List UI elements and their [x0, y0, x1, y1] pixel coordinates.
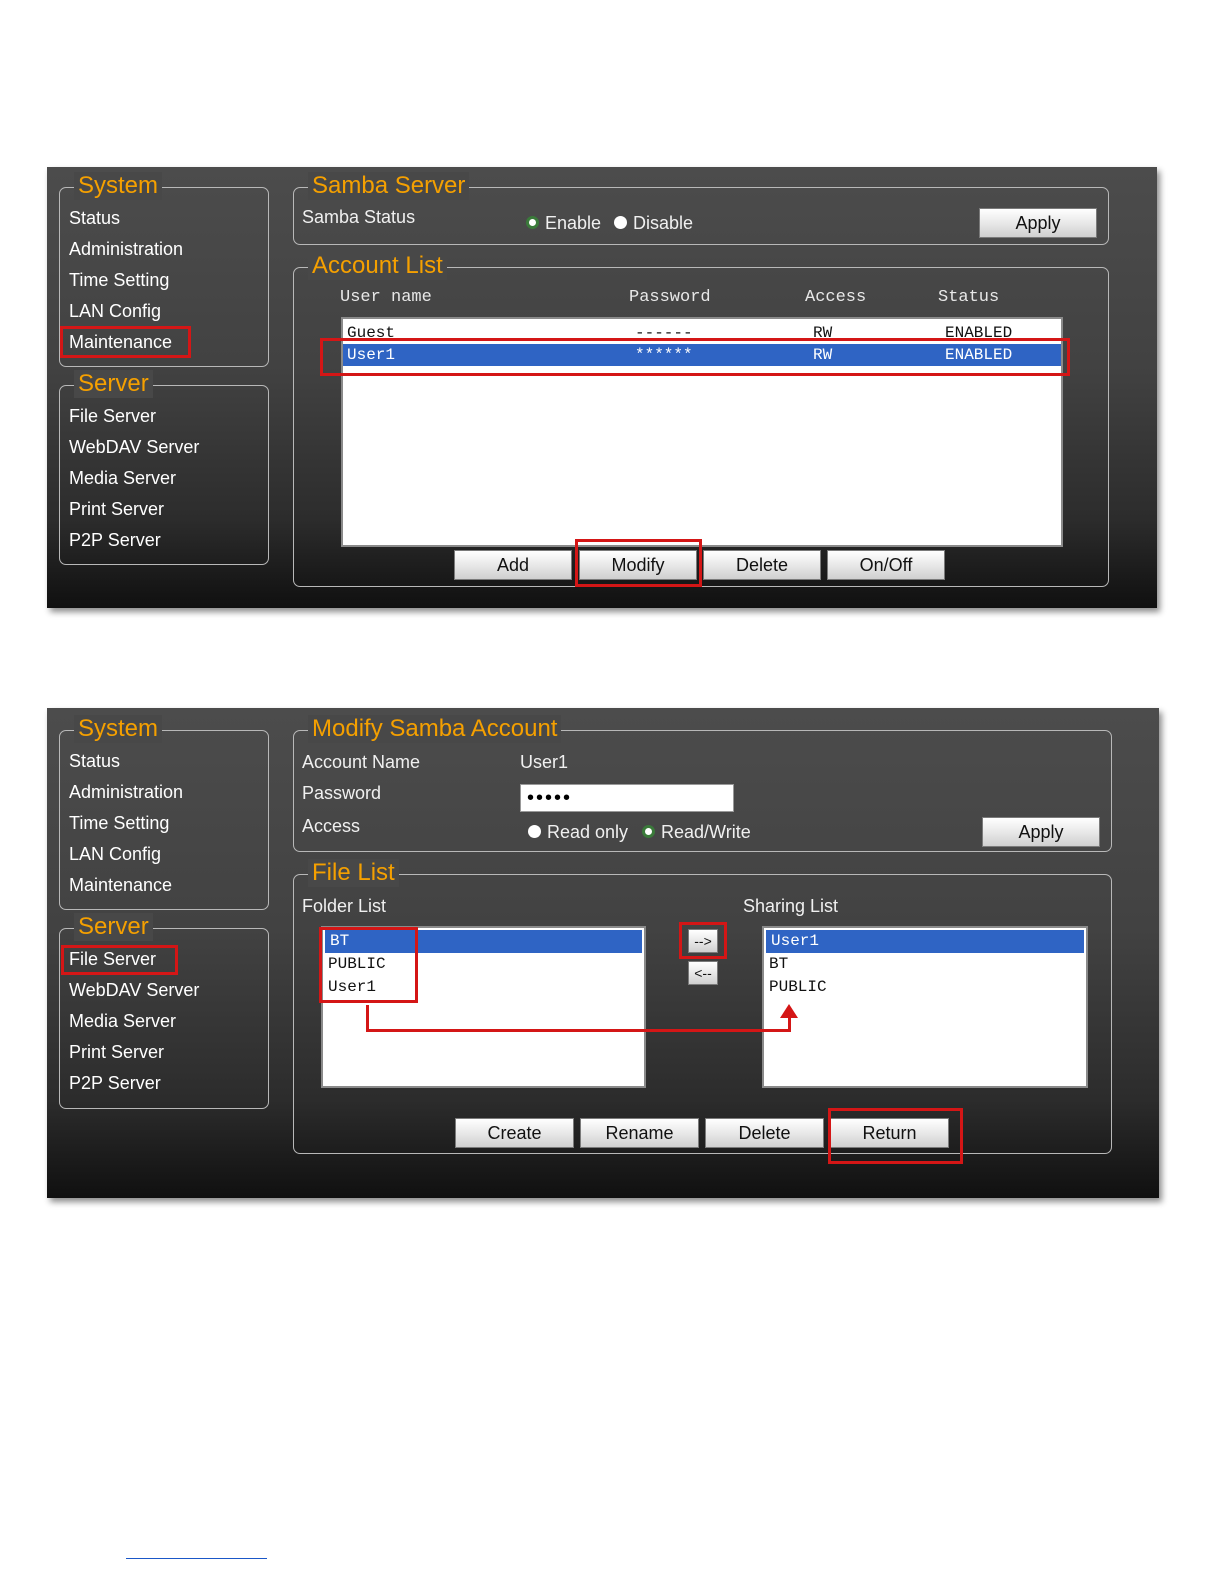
server-legend: Server — [74, 370, 153, 398]
create-button[interactable]: Create — [455, 1118, 574, 1148]
radio-selected-icon — [526, 215, 539, 229]
account-name-label: Account Name — [302, 752, 421, 772]
account-listbox[interactable]: Guest ------ RW ENABLED User1 ****** RW … — [341, 317, 1063, 547]
read-only-radio[interactable]: Read only — [528, 822, 628, 843]
account-row[interactable]: Guest ------ RW ENABLED — [343, 322, 1061, 344]
account-access: RW — [813, 346, 833, 364]
system-legend: System — [74, 172, 163, 200]
footnote-separator — [126, 1558, 267, 1559]
read-write-radio[interactable]: Read/Write — [642, 822, 751, 843]
system-panel: System Status Administration Time Settin… — [59, 172, 269, 367]
add-button[interactable]: Add — [454, 550, 572, 580]
system-legend: System — [74, 715, 163, 743]
sharing-listbox[interactable]: User1 BT PUBLIC — [762, 926, 1088, 1088]
account-name-value: User1 — [520, 752, 569, 772]
account-password: ------ — [635, 324, 693, 342]
folder-list-label: Folder List — [302, 896, 387, 916]
account-status: ENABLED — [945, 324, 1013, 342]
nav-administration[interactable]: Administration — [66, 234, 186, 265]
samba-server-panel: Samba Server Samba Status Enable Disable… — [293, 172, 1109, 245]
modify-account-legend: Modify Samba Account — [308, 715, 562, 743]
delete-button[interactable]: Delete — [705, 1118, 824, 1148]
nav-maintenance[interactable]: Maintenance — [66, 870, 186, 901]
nav-lan-config[interactable]: LAN Config — [66, 839, 186, 870]
radio-unselected-icon — [614, 215, 627, 229]
system-panel: System Status Administration Time Settin… — [59, 715, 269, 910]
account-status: ENABLED — [945, 346, 1013, 364]
account-user: Guest — [347, 324, 396, 342]
folder-listbox[interactable]: BT PUBLIC User1 — [321, 926, 646, 1088]
move-arrow-vertical-left — [366, 1005, 369, 1031]
modify-button[interactable]: Modify — [579, 550, 697, 580]
move-arrow-horizontal — [366, 1029, 791, 1032]
nav-time-setting[interactable]: Time Setting — [66, 808, 186, 839]
server-menu: File Server WebDAV Server Media Server P… — [66, 944, 202, 1099]
nav-webdav-server[interactable]: WebDAV Server — [66, 975, 202, 1006]
move-arrow-vertical-right — [788, 1018, 791, 1032]
server-menu: File Server WebDAV Server Media Server P… — [66, 401, 202, 556]
nav-media-server[interactable]: Media Server — [66, 463, 202, 494]
nav-print-server[interactable]: Print Server — [66, 494, 202, 525]
col-user-name: User name — [340, 288, 432, 307]
folder-item[interactable]: PUBLIC — [323, 953, 644, 976]
on-off-button[interactable]: On/Off — [827, 550, 945, 580]
sharing-item[interactable]: User1 — [766, 930, 1084, 953]
account-list-legend: Account List — [308, 252, 447, 280]
add-to-sharing-button[interactable]: --> — [688, 929, 718, 953]
nav-status[interactable]: Status — [66, 746, 186, 777]
radio-selected-icon — [642, 824, 655, 838]
account-user: User1 — [347, 346, 396, 364]
sharing-item[interactable]: BT — [764, 953, 1086, 976]
disable-radio[interactable]: Disable — [614, 213, 693, 234]
nav-file-server[interactable]: File Server — [66, 944, 202, 975]
enable-radio[interactable]: Enable — [526, 213, 601, 234]
nav-status[interactable]: Status — [66, 203, 186, 234]
col-access: Access — [805, 288, 867, 307]
nav-p2p-server[interactable]: P2P Server — [66, 525, 202, 556]
access-label: Access — [302, 816, 361, 836]
system-menu: Status Administration Time Setting LAN C… — [66, 746, 186, 901]
rename-button[interactable]: Rename — [580, 1118, 699, 1148]
account-access: RW — [813, 324, 833, 342]
samba-server-legend: Samba Server — [308, 172, 470, 200]
system-menu: Status Administration Time Setting LAN C… — [66, 203, 186, 358]
account-password: ****** — [635, 346, 693, 364]
radio-unselected-icon — [528, 824, 541, 838]
account-list-panel: Account List User name Password Access S… — [293, 252, 1109, 587]
account-row-selected[interactable]: User1 ****** RW ENABLED — [343, 344, 1061, 366]
server-panel: Server File Server WebDAV Server Media S… — [59, 370, 269, 565]
nav-maintenance[interactable]: Maintenance — [66, 327, 186, 358]
modify-samba-account-screenshot: System Status Administration Time Settin… — [47, 708, 1159, 1198]
nav-file-server[interactable]: File Server — [66, 401, 202, 432]
server-panel: Server File Server WebDAV Server Media S… — [59, 913, 269, 1109]
sharing-list-label: Sharing List — [743, 896, 839, 916]
samba-apply-button[interactable]: Apply — [979, 208, 1097, 238]
folder-item[interactable]: User1 — [323, 976, 644, 999]
nav-print-server[interactable]: Print Server — [66, 1037, 202, 1068]
col-status: Status — [938, 288, 1000, 307]
modify-account-panel: Modify Samba Account Account Name User1 … — [293, 715, 1112, 852]
remove-from-sharing-button[interactable]: <-- — [688, 961, 718, 985]
move-arrow-head-icon — [780, 1004, 798, 1018]
server-legend: Server — [74, 913, 153, 941]
col-password: Password — [629, 288, 711, 307]
folder-item[interactable]: BT — [325, 930, 642, 953]
nav-p2p-server[interactable]: P2P Server — [66, 1068, 202, 1099]
password-input[interactable]: ••••• — [520, 784, 734, 812]
delete-button[interactable]: Delete — [703, 550, 821, 580]
return-button[interactable]: Return — [830, 1118, 949, 1148]
nav-media-server[interactable]: Media Server — [66, 1006, 202, 1037]
file-list-panel: File List Folder List Sharing List BT PU… — [293, 859, 1112, 1154]
samba-server-screenshot: System Status Administration Time Settin… — [47, 167, 1157, 608]
nav-webdav-server[interactable]: WebDAV Server — [66, 432, 202, 463]
samba-status-label: Samba Status — [302, 207, 416, 227]
sharing-item[interactable]: PUBLIC — [764, 976, 1086, 999]
nav-lan-config[interactable]: LAN Config — [66, 296, 186, 327]
file-list-legend: File List — [308, 859, 399, 887]
modify-apply-button[interactable]: Apply — [982, 817, 1100, 847]
nav-administration[interactable]: Administration — [66, 777, 186, 808]
password-label: Password — [302, 783, 382, 803]
nav-time-setting[interactable]: Time Setting — [66, 265, 186, 296]
